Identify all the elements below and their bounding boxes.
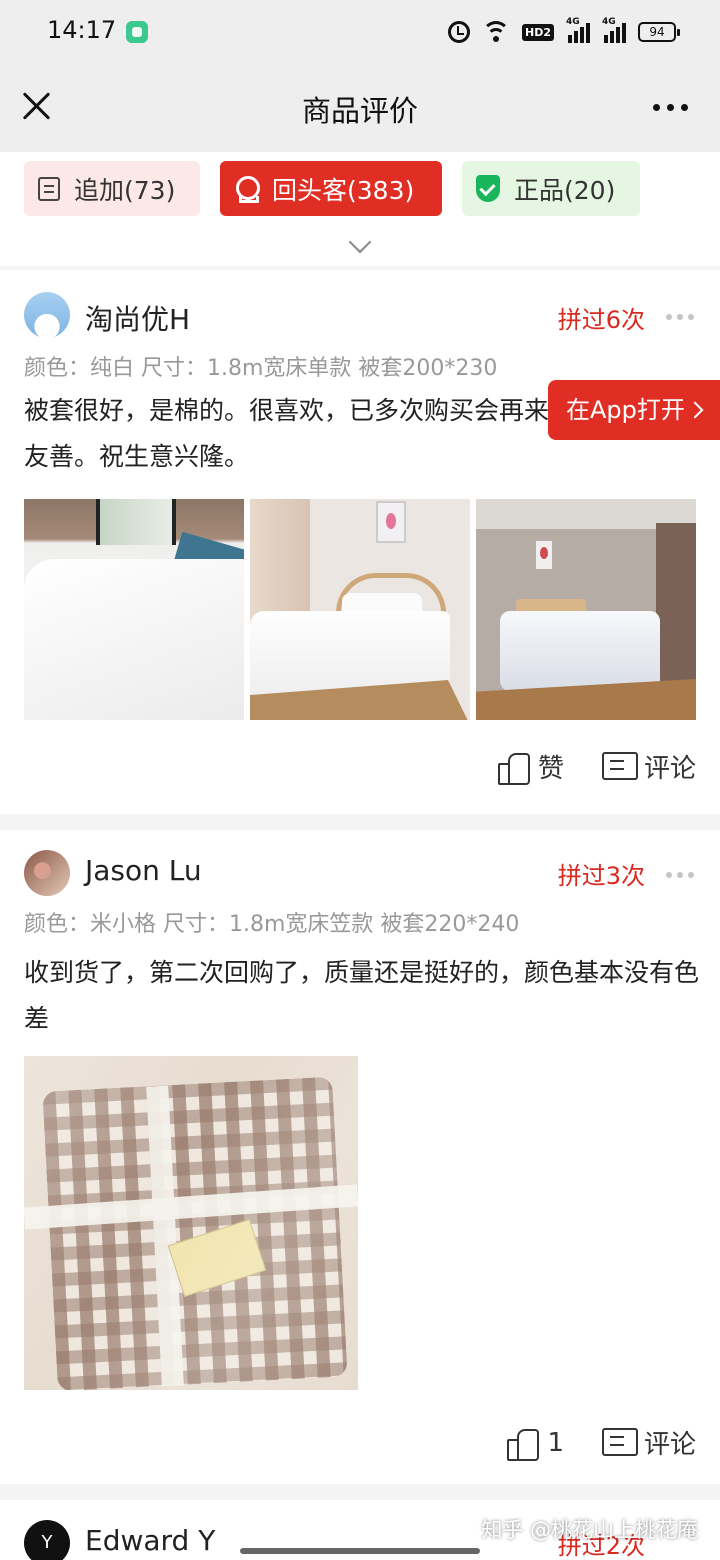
open-in-app-label: 在App打开 xyxy=(566,396,685,424)
review-photo[interactable] xyxy=(250,499,470,720)
review-card: Jason Lu 拼过3次 颜色：米小格 尺寸：1.8m宽床笠款 被套220*2… xyxy=(0,830,720,1484)
review-card: 淘尚优H 拼过6次 颜色：纯白 尺寸：1.8m宽床单款 被套200*230 被套… xyxy=(0,270,720,814)
alarm-icon xyxy=(448,21,470,43)
signal-icon: 4G xyxy=(602,17,626,43)
review-photo[interactable] xyxy=(24,499,244,720)
review-text: 收到货了，第二次回购了，质量还是挺好的，颜色基本没有色差 xyxy=(24,958,700,1033)
reviewer-name: Jason Lu xyxy=(85,854,202,887)
nav-bar: 商品评价 xyxy=(0,64,720,152)
comment-icon xyxy=(601,751,638,782)
shield-check-icon xyxy=(476,175,500,202)
sku-spec: 颜色：纯白 尺寸：1.8m宽床单款 被套200*230 xyxy=(24,356,498,381)
tag-label: 回头客(383) xyxy=(272,175,415,205)
chevron-down-icon[interactable] xyxy=(348,234,372,258)
divider xyxy=(0,814,720,830)
wifi-icon xyxy=(482,21,510,43)
like-label: 赞 xyxy=(537,754,564,784)
review-photo[interactable] xyxy=(24,1056,358,1390)
battery-icon: 94 xyxy=(638,22,680,42)
more-icon[interactable] xyxy=(666,314,694,320)
comment-label: 评论 xyxy=(643,754,696,784)
medal-icon xyxy=(234,175,260,203)
signal-label: 4G xyxy=(602,17,616,27)
hd-voice-badge: HD2 xyxy=(522,23,554,41)
screen: 14:17 HD2 4G 4G 94 商品评价 追加(73) 回头客(383) … xyxy=(0,0,720,1560)
like-button[interactable]: 1 xyxy=(507,1427,564,1461)
open-in-app-button[interactable]: 在App打开 xyxy=(548,380,720,440)
comment-button[interactable]: 评论 xyxy=(601,1424,696,1461)
avatar[interactable]: Y xyxy=(24,1520,70,1560)
tag-append[interactable]: 追加(73) xyxy=(24,161,200,216)
comment-label: 评论 xyxy=(643,1430,696,1460)
watermark: 知乎 @桃花山上桃花庵 xyxy=(481,1518,698,1542)
repeat-purchase-count: 拼过3次 xyxy=(557,862,645,890)
doc-icon xyxy=(38,176,60,201)
tag-returning-customer[interactable]: 回头客(383) xyxy=(220,161,442,216)
comment-icon xyxy=(601,1427,638,1458)
avatar[interactable] xyxy=(24,850,70,896)
thumbs-up-icon xyxy=(507,1427,540,1461)
tag-label: 正品(20) xyxy=(514,175,616,205)
tag-genuine[interactable]: 正品(20) xyxy=(462,161,640,216)
app-notification-icon xyxy=(126,21,148,43)
comment-button[interactable]: 评论 xyxy=(601,748,696,785)
repeat-purchase-count: 拼过6次 xyxy=(557,306,645,334)
home-indicator[interactable] xyxy=(240,1548,480,1554)
review-filter-tags: 追加(73) 回头客(383) 正品(20) xyxy=(24,161,640,216)
reviewer-name: Edward Y xyxy=(85,1524,216,1557)
thumbs-up-icon xyxy=(497,751,530,785)
chevron-right-icon xyxy=(686,401,704,419)
status-time: 14:17 xyxy=(47,16,117,44)
divider xyxy=(0,1484,720,1500)
review-actions: 1 评论 xyxy=(507,1424,696,1461)
avatar[interactable] xyxy=(24,292,70,338)
status-bar: 14:17 HD2 4G 4G 94 xyxy=(0,0,720,64)
signal-icon: 4G xyxy=(566,17,590,43)
reviewer-name: 淘尚优H xyxy=(85,303,191,336)
like-button[interactable]: 赞 xyxy=(497,748,564,785)
more-icon[interactable] xyxy=(666,872,694,878)
status-icons: HD2 4G 4G 94 xyxy=(448,17,680,46)
sku-spec: 颜色：米小格 尺寸：1.8m宽床笠款 被套220*240 xyxy=(24,912,520,937)
more-icon[interactable] xyxy=(653,104,688,111)
like-count: 1 xyxy=(547,1427,564,1458)
tag-label: 追加(73) xyxy=(74,175,176,205)
page-title: 商品评价 xyxy=(301,94,418,128)
signal-label: 4G xyxy=(566,17,580,27)
review-photo[interactable] xyxy=(476,499,696,720)
review-actions: 赞 评论 xyxy=(497,748,696,785)
